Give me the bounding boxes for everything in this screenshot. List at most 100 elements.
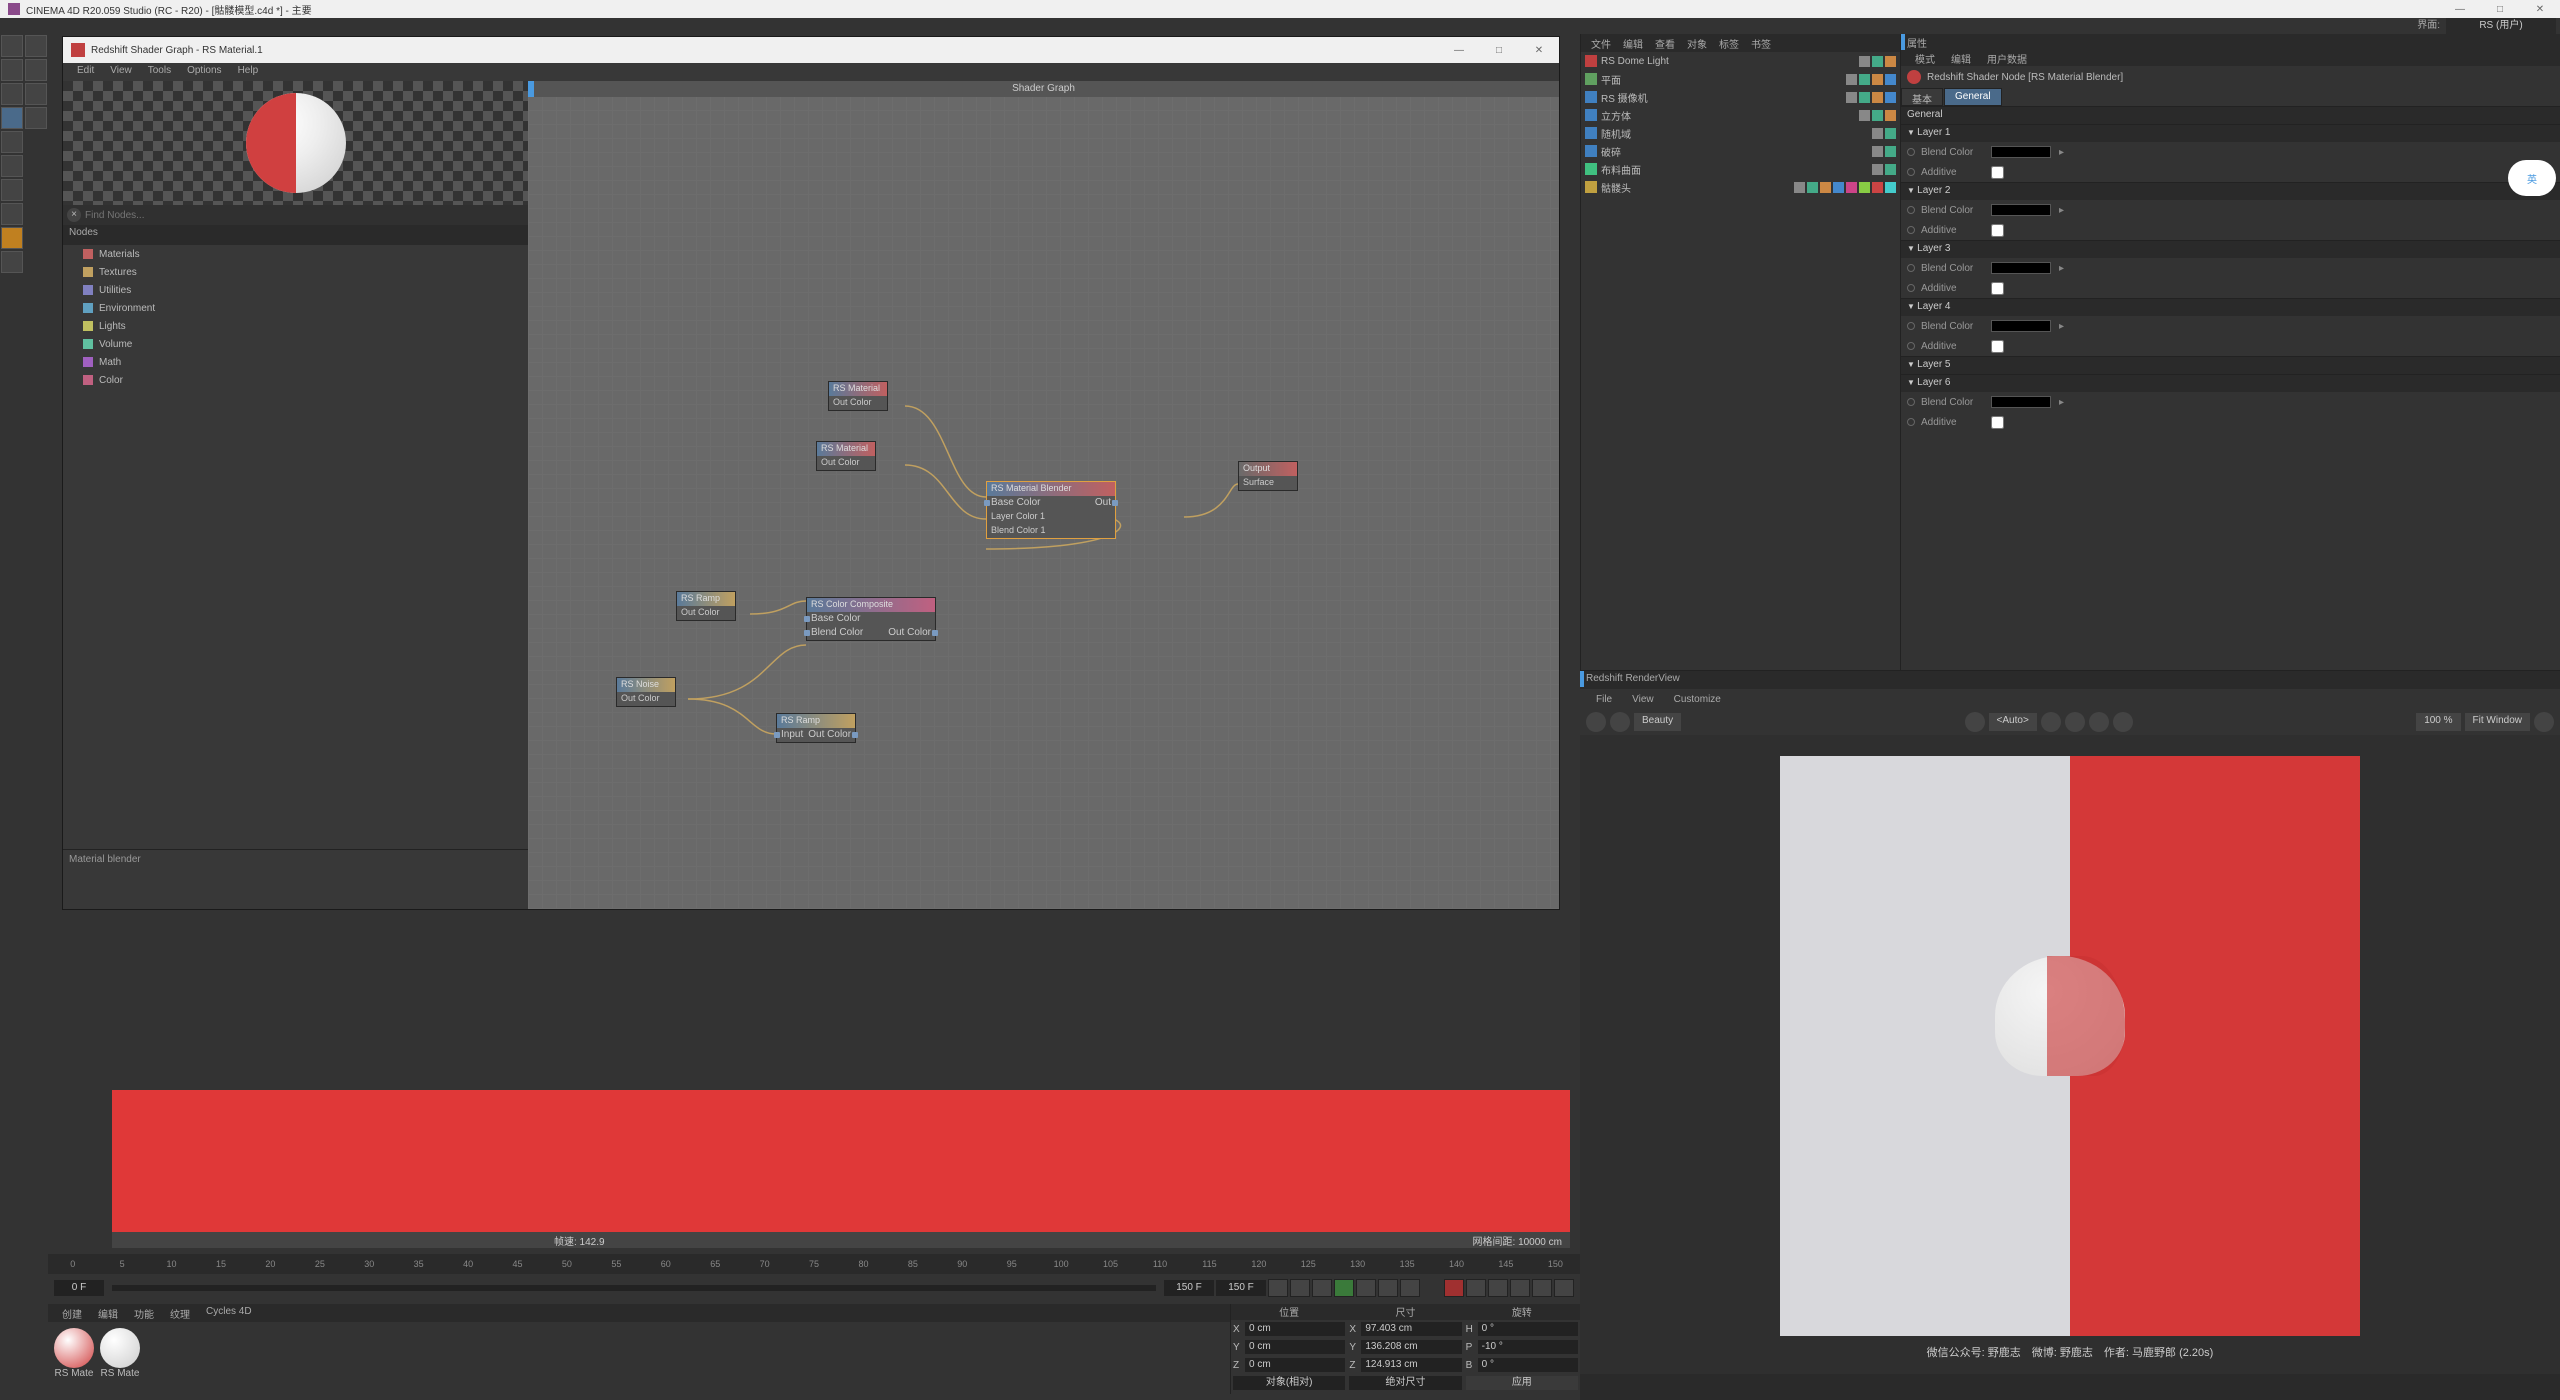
node-category-volume[interactable]: Volume bbox=[63, 335, 528, 353]
key-pos-button[interactable] bbox=[1488, 1279, 1508, 1297]
close-button[interactable]: ✕ bbox=[2520, 0, 2560, 18]
object-row[interactable]: 随机域 bbox=[1581, 124, 1900, 142]
gradient-editor[interactable]: 帧速: 142.9 网格间距: 10000 cm bbox=[112, 1090, 1570, 1248]
additive-checkbox[interactable] bbox=[1991, 340, 2004, 353]
additive-checkbox[interactable] bbox=[1991, 166, 2004, 179]
attr-menu-item[interactable]: 用户数据 bbox=[1979, 50, 2035, 66]
picker-arrow-icon[interactable]: ▸ bbox=[2059, 205, 2064, 216]
next-frame-button[interactable] bbox=[1356, 1279, 1376, 1297]
color-swatch[interactable] bbox=[1991, 204, 2051, 216]
node-category-materials[interactable]: Materials bbox=[63, 245, 528, 263]
size-field[interactable]: 136.208 cm bbox=[1361, 1340, 1461, 1354]
node-category-environment[interactable]: Environment bbox=[63, 299, 528, 317]
size-field[interactable]: 124.913 cm bbox=[1361, 1358, 1461, 1372]
shader-menu-options[interactable]: Options bbox=[179, 63, 229, 81]
layer-header[interactable]: Layer 6 bbox=[1901, 374, 2560, 392]
picker-arrow-icon[interactable]: ▸ bbox=[2059, 397, 2064, 408]
size-field[interactable]: 97.403 cm bbox=[1361, 1322, 1461, 1336]
objects-menubar[interactable]: 文件编辑查看对象标签书签 bbox=[1581, 34, 1900, 52]
color-swatch[interactable] bbox=[1991, 146, 2051, 158]
find-nodes-input[interactable] bbox=[85, 210, 524, 221]
tool-8[interactable] bbox=[1, 155, 23, 177]
node-rs-material-2[interactable]: RS Material Out Color bbox=[816, 441, 876, 471]
redo-tool[interactable] bbox=[25, 35, 47, 57]
tool-2[interactable] bbox=[25, 59, 47, 81]
additive-checkbox[interactable] bbox=[1991, 224, 2004, 237]
object-row[interactable]: RS Dome Light bbox=[1581, 52, 1900, 70]
param-dot[interactable] bbox=[1907, 418, 1915, 426]
coord-apply-button[interactable]: 应用 bbox=[1466, 1376, 1578, 1390]
clear-search-button[interactable]: × bbox=[67, 208, 81, 222]
additive-checkbox[interactable] bbox=[1991, 282, 2004, 295]
main-menubar[interactable] bbox=[0, 18, 2560, 34]
node-rs-color-composite[interactable]: RS Color Composite Base Color Blend Colo… bbox=[806, 597, 936, 641]
minimize-button[interactable]: — bbox=[2440, 0, 2480, 18]
node-rs-noise[interactable]: RS Noise Out Color bbox=[616, 677, 676, 707]
param-dot[interactable] bbox=[1907, 342, 1915, 350]
render-menubar[interactable]: FileViewCustomize bbox=[1580, 689, 2560, 709]
node-rs-material-blender[interactable]: RS Material Blender Base ColorOut Layer … bbox=[986, 481, 1116, 539]
obj-menu-item[interactable]: 编辑 bbox=[1617, 34, 1649, 52]
color-swatch[interactable] bbox=[1991, 262, 2051, 274]
key-rot-button[interactable] bbox=[1532, 1279, 1552, 1297]
obj-menu-item[interactable]: 文件 bbox=[1585, 34, 1617, 52]
current-frame-field[interactable]: 150 F bbox=[1216, 1280, 1266, 1296]
rot-field[interactable]: 0 ° bbox=[1478, 1358, 1578, 1372]
render-menu-item[interactable]: File bbox=[1586, 692, 1622, 707]
tab-general[interactable]: General bbox=[1944, 88, 2002, 106]
tool-12[interactable] bbox=[1, 251, 23, 273]
color-swatch[interactable] bbox=[1991, 396, 2051, 408]
shader-graph-canvas[interactable]: Shader Graph RS Material Out Color RS Ma… bbox=[528, 81, 1559, 909]
tool-1[interactable] bbox=[1, 59, 23, 81]
end-frame-field[interactable]: 150 F bbox=[1164, 1280, 1214, 1296]
render-aov-dropdown[interactable]: Beauty bbox=[1634, 713, 1681, 731]
play-button[interactable] bbox=[1334, 1279, 1354, 1297]
tool-11[interactable] bbox=[1, 227, 23, 249]
node-category-textures[interactable]: Textures bbox=[63, 263, 528, 281]
mat-menu-item[interactable]: 功能 bbox=[126, 1304, 162, 1322]
attr-tabs[interactable]: 基本 General bbox=[1901, 88, 2560, 106]
render-menu-item[interactable]: Customize bbox=[1664, 692, 1731, 707]
layer-header[interactable]: Layer 3 bbox=[1901, 240, 2560, 258]
shader-titlebar[interactable]: Redshift Shader Graph - RS Material.1 — … bbox=[63, 37, 1559, 63]
shader-menu-help[interactable]: Help bbox=[230, 63, 267, 81]
mat-menu-item[interactable]: Cycles 4D bbox=[198, 1304, 260, 1322]
param-dot[interactable] bbox=[1907, 284, 1915, 292]
pos-field[interactable]: 0 cm bbox=[1245, 1322, 1345, 1336]
key-scale-button[interactable] bbox=[1510, 1279, 1530, 1297]
key-param-button[interactable] bbox=[1554, 1279, 1574, 1297]
render-viewport[interactable]: 微信公众号: 野鹿志 微博: 野鹿志 作者: 马鹿野郎 (2.20s) bbox=[1580, 735, 2560, 1374]
shader-minimize-button[interactable]: — bbox=[1439, 37, 1479, 63]
maximize-button[interactable]: □ bbox=[2480, 0, 2520, 18]
record-button[interactable] bbox=[1444, 1279, 1464, 1297]
shader-maximize-button[interactable]: □ bbox=[1479, 37, 1519, 63]
object-row[interactable]: 骷髅头 bbox=[1581, 178, 1900, 196]
tool-10[interactable] bbox=[1, 203, 23, 225]
render-zoom[interactable]: 100 % bbox=[2416, 713, 2460, 731]
object-row[interactable]: 立方体 bbox=[1581, 106, 1900, 124]
layout-dropdown[interactable]: RS (用户) bbox=[2446, 18, 2556, 34]
layer-header[interactable]: Layer 5 bbox=[1901, 356, 2560, 374]
attr-menu-item[interactable]: 模式 bbox=[1907, 50, 1943, 66]
node-rs-ramp-2[interactable]: RS Ramp Input Out Color bbox=[776, 713, 856, 743]
param-dot[interactable] bbox=[1907, 226, 1915, 234]
tool-3[interactable] bbox=[1, 83, 23, 105]
shader-menu-view[interactable]: View bbox=[102, 63, 140, 81]
param-dot[interactable] bbox=[1907, 206, 1915, 214]
node-category-math[interactable]: Math bbox=[63, 353, 528, 371]
param-dot[interactable] bbox=[1907, 148, 1915, 156]
render-tool-4[interactable] bbox=[2089, 712, 2109, 732]
attr-menubar[interactable]: 模式编辑用户数据 bbox=[1901, 50, 2560, 66]
material-slot-1[interactable]: RS Mate bbox=[52, 1328, 96, 1379]
tool-4[interactable] bbox=[25, 83, 47, 105]
param-dot[interactable] bbox=[1907, 264, 1915, 272]
node-category-utilities[interactable]: Utilities bbox=[63, 281, 528, 299]
picker-arrow-icon[interactable]: ▸ bbox=[2059, 321, 2064, 332]
color-swatch[interactable] bbox=[1991, 320, 2051, 332]
node-output[interactable]: Output Surface bbox=[1238, 461, 1298, 491]
tool-5[interactable] bbox=[1, 107, 23, 129]
render-menu-item[interactable]: View bbox=[1622, 692, 1664, 707]
object-row[interactable]: RS 摄像机 bbox=[1581, 88, 1900, 106]
picker-arrow-icon[interactable]: ▸ bbox=[2059, 147, 2064, 158]
render-lock-button[interactable] bbox=[1586, 712, 1606, 732]
